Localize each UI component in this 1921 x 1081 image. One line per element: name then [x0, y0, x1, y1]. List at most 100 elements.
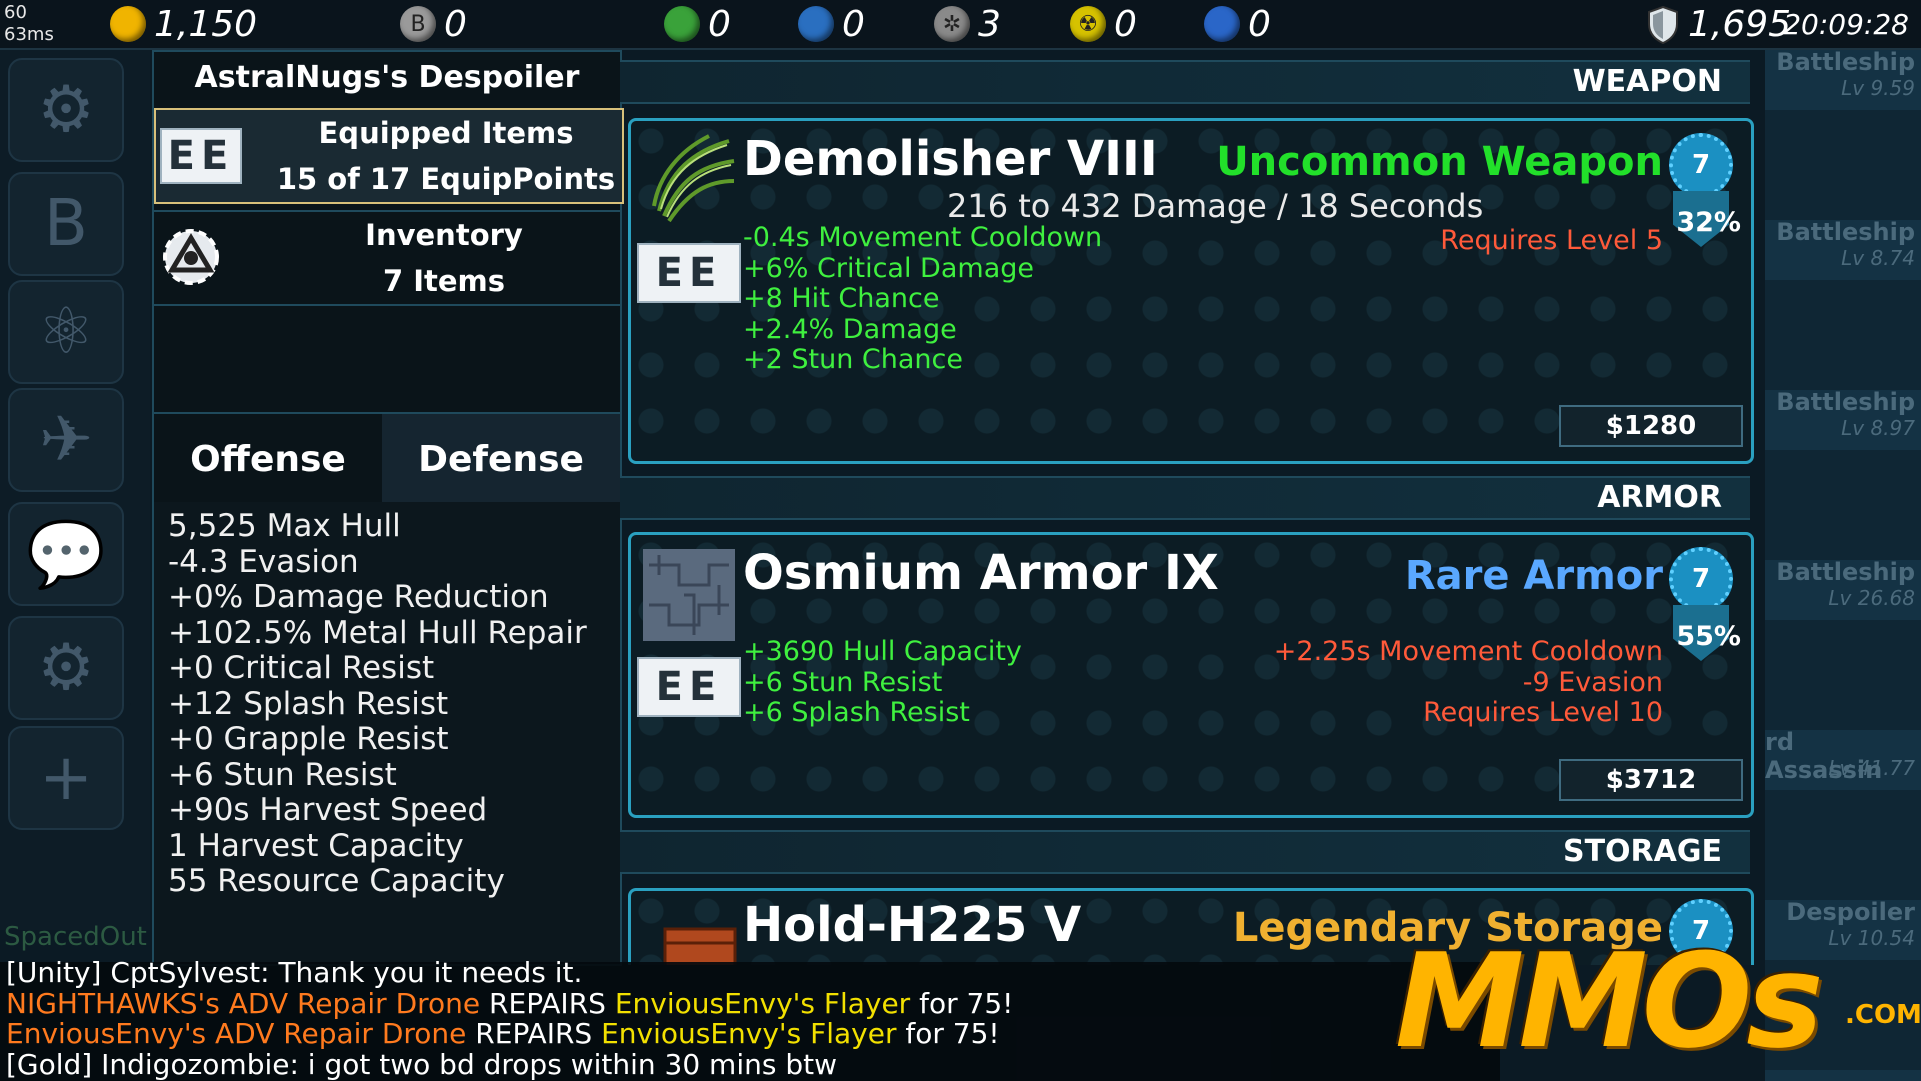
resource-value: 0	[1248, 3, 1271, 45]
nav-add-icon[interactable]: +	[8, 726, 124, 830]
equipped-items-section[interactable]: EE Equipped Items 15 of 17 EquipPoints	[154, 108, 624, 204]
bonus-line: +8 Hit Chance	[743, 283, 940, 314]
chat-message: [Gold] Indigozombie: i got two bd drops …	[6, 1047, 837, 1081]
fleet-item-level: Lv 8.97	[1841, 416, 1915, 440]
bonus-line: +6 Stun Resist	[743, 666, 943, 698]
storage-header-label: STORAGE	[1562, 834, 1722, 869]
stat-line: +0 Grapple Resist	[168, 721, 449, 757]
chat-message: [Unity] CptSylvest: Thank you it needs i…	[6, 956, 583, 989]
nav-ship-icon[interactable]: ✈	[8, 388, 124, 492]
weapon-slot-header: WEAPON	[620, 60, 1750, 104]
armor-equip-icon[interactable]: EE	[637, 657, 741, 717]
tab-defense[interactable]: Defense	[382, 414, 620, 504]
stat-line: 55 Resource Capacity	[168, 863, 505, 899]
resource-value: 1,150	[154, 3, 258, 45]
gold-coin-icon	[110, 6, 146, 42]
penalty-line: -9 Evasion	[1522, 666, 1663, 698]
fleet-item-label[interactable]: Battleship	[1776, 558, 1915, 586]
weapon-claw-icon	[652, 134, 735, 223]
armor-name: Osmium Armor IX	[743, 545, 1219, 601]
weapon-bonus-list: -0.4s Movement Cooldown +6% Critical Dama…	[743, 222, 1103, 376]
resource-bar: 60 63ms 1,150 B 0 0 0 ✲ 3 ☢ 0 0 1,695 20:09:28	[0, 0, 1921, 50]
fleet-item-level: Lv 41.77	[1828, 756, 1915, 780]
resource-bitcoin: B0	[400, 3, 467, 45]
fleet-item-label[interactable]: Battleship	[1776, 388, 1915, 416]
nav-chat-icon[interactable]: 💬	[8, 502, 124, 606]
nav-ship-gear-icon[interactable]: ⚙	[8, 58, 124, 162]
chat-message: NIGHTHAWKS's ADV Repair Drone REPAIRS En…	[6, 986, 1014, 1020]
weapon-requirement: Requires Level 5	[1440, 225, 1663, 256]
fleet-item-level: Lv 26.68	[1828, 586, 1915, 610]
bonus-line: +3690 Hull Capacity	[743, 636, 1022, 667]
bonus-line: +6% Critical Damage	[743, 252, 1034, 284]
radiation-icon: ☢	[1070, 6, 1106, 42]
armor-bonus-list: +3690 Hull Capacity +6 Stun Resist +6 Spla…	[743, 636, 1022, 729]
weapon-header-label: WEAPON	[1572, 64, 1722, 99]
fleet-item-label[interactable]: Battleship	[1776, 48, 1915, 76]
armor-percent: 55%	[1676, 621, 1741, 652]
nav-atom-icon[interactable]: ⚛	[8, 280, 124, 384]
equipped-points: 15 of 17 EquipPoints	[276, 162, 616, 196]
nav-settings-icon[interactable]: ⚙	[8, 616, 124, 720]
stat-line: 5,525 Max Hull	[168, 508, 401, 544]
armor-header-label: ARMOR	[1597, 480, 1722, 515]
penalty-line: +2.25s Movement Cooldown	[1273, 636, 1663, 667]
tab-offense[interactable]: Offense	[154, 414, 382, 504]
chat-log[interactable]: [Unity] CptSylvest: Thank you it needs i…	[0, 956, 1500, 1081]
resource-value: 0	[842, 3, 865, 45]
snowflake-icon: ✲	[934, 6, 970, 42]
resource-gold-coin: 1,150	[110, 3, 258, 45]
nav-bitcoin-icon[interactable]: B	[8, 172, 124, 276]
stat-line: +12 Splash Resist	[168, 685, 449, 722]
penalty-line: Requires Level 10	[1423, 697, 1663, 728]
bonus-line: +2.4% Damage	[743, 313, 957, 345]
fleet-item-level: Lv 10.54	[1828, 926, 1915, 950]
inventory-title: Inventory	[365, 218, 523, 252]
armor-card[interactable]: Osmium Armor IX Rare Armor 7 55% EE +369…	[628, 532, 1754, 818]
ping-value: 63ms	[4, 24, 54, 45]
resource-snowflake: ✲ 3	[934, 4, 1001, 45]
bonus-line: -0.4s Movement Cooldown	[743, 222, 1103, 253]
inventory-section[interactable]: Inventory 7 Items	[154, 210, 620, 306]
bonus-line: +2 Stun Chance	[743, 344, 963, 375]
fps-value: 60	[4, 2, 27, 23]
resource-value: 0	[1114, 3, 1137, 45]
weapon-card[interactable]: Demolisher VIII Uncommon Weapon 7 32% 21…	[628, 118, 1754, 464]
resource-radiation: ☢ 0	[1070, 3, 1137, 45]
bitcoin-icon: B	[400, 6, 436, 42]
fleet-item-label[interactable]: Despoiler	[1786, 898, 1915, 926]
shield-counter: 1,695	[1648, 4, 1791, 45]
clock: 20:09:28	[1783, 8, 1909, 41]
ship-info-panel: AstralNugs's Despoiler EE Equipped Items…	[152, 50, 624, 966]
ship-name: AstralNugs's Despoiler	[194, 60, 580, 95]
shield-icon	[1648, 5, 1678, 44]
fleet-item-level: Lv 8.74	[1841, 246, 1915, 270]
weapon-percent: 32%	[1676, 207, 1741, 238]
storage-slot-header: STORAGE	[620, 830, 1750, 874]
storage-crate-icon	[663, 927, 737, 965]
resource-leaf: 0	[664, 3, 731, 45]
fps-readout: 60 63ms	[4, 2, 54, 46]
equip-icon: EE	[160, 128, 242, 184]
chat-message: EnviousEnvy's ADV Repair Drone REPAIRS E…	[6, 1017, 1000, 1050]
weapon-price[interactable]: $1280	[1559, 405, 1743, 447]
fleet-item-label[interactable]: Battleship	[1776, 218, 1915, 246]
stat-line: 1 Harvest Capacity	[168, 827, 464, 864]
weapon-rarity: Uncommon Weapon	[1216, 139, 1663, 185]
armor-price[interactable]: $3712	[1559, 759, 1743, 801]
stat-line: +90s Harvest Speed	[168, 792, 488, 828]
weapon-equip-icon[interactable]: EE	[637, 243, 741, 303]
weapon-name: Demolisher VIII	[743, 131, 1158, 187]
resource-value: 0	[444, 3, 467, 45]
resource-value: 0	[708, 3, 731, 45]
storage-name: Hold-H225 V	[743, 897, 1082, 953]
water-drop-icon	[798, 6, 834, 42]
bonus-line: +6 Splash Resist	[743, 697, 970, 728]
weapon-damage: 216 to 432 Damage / 18 Seconds	[947, 187, 1484, 225]
spacedout-label: SpacedOut	[4, 922, 147, 952]
armor-plate-icon	[643, 549, 735, 641]
armor-rarity: Rare Armor	[1404, 553, 1663, 599]
resource-gem: 0	[1204, 3, 1271, 45]
stat-line: +102.5% Metal Hull Repair	[168, 614, 587, 651]
gem-icon	[1204, 6, 1240, 42]
